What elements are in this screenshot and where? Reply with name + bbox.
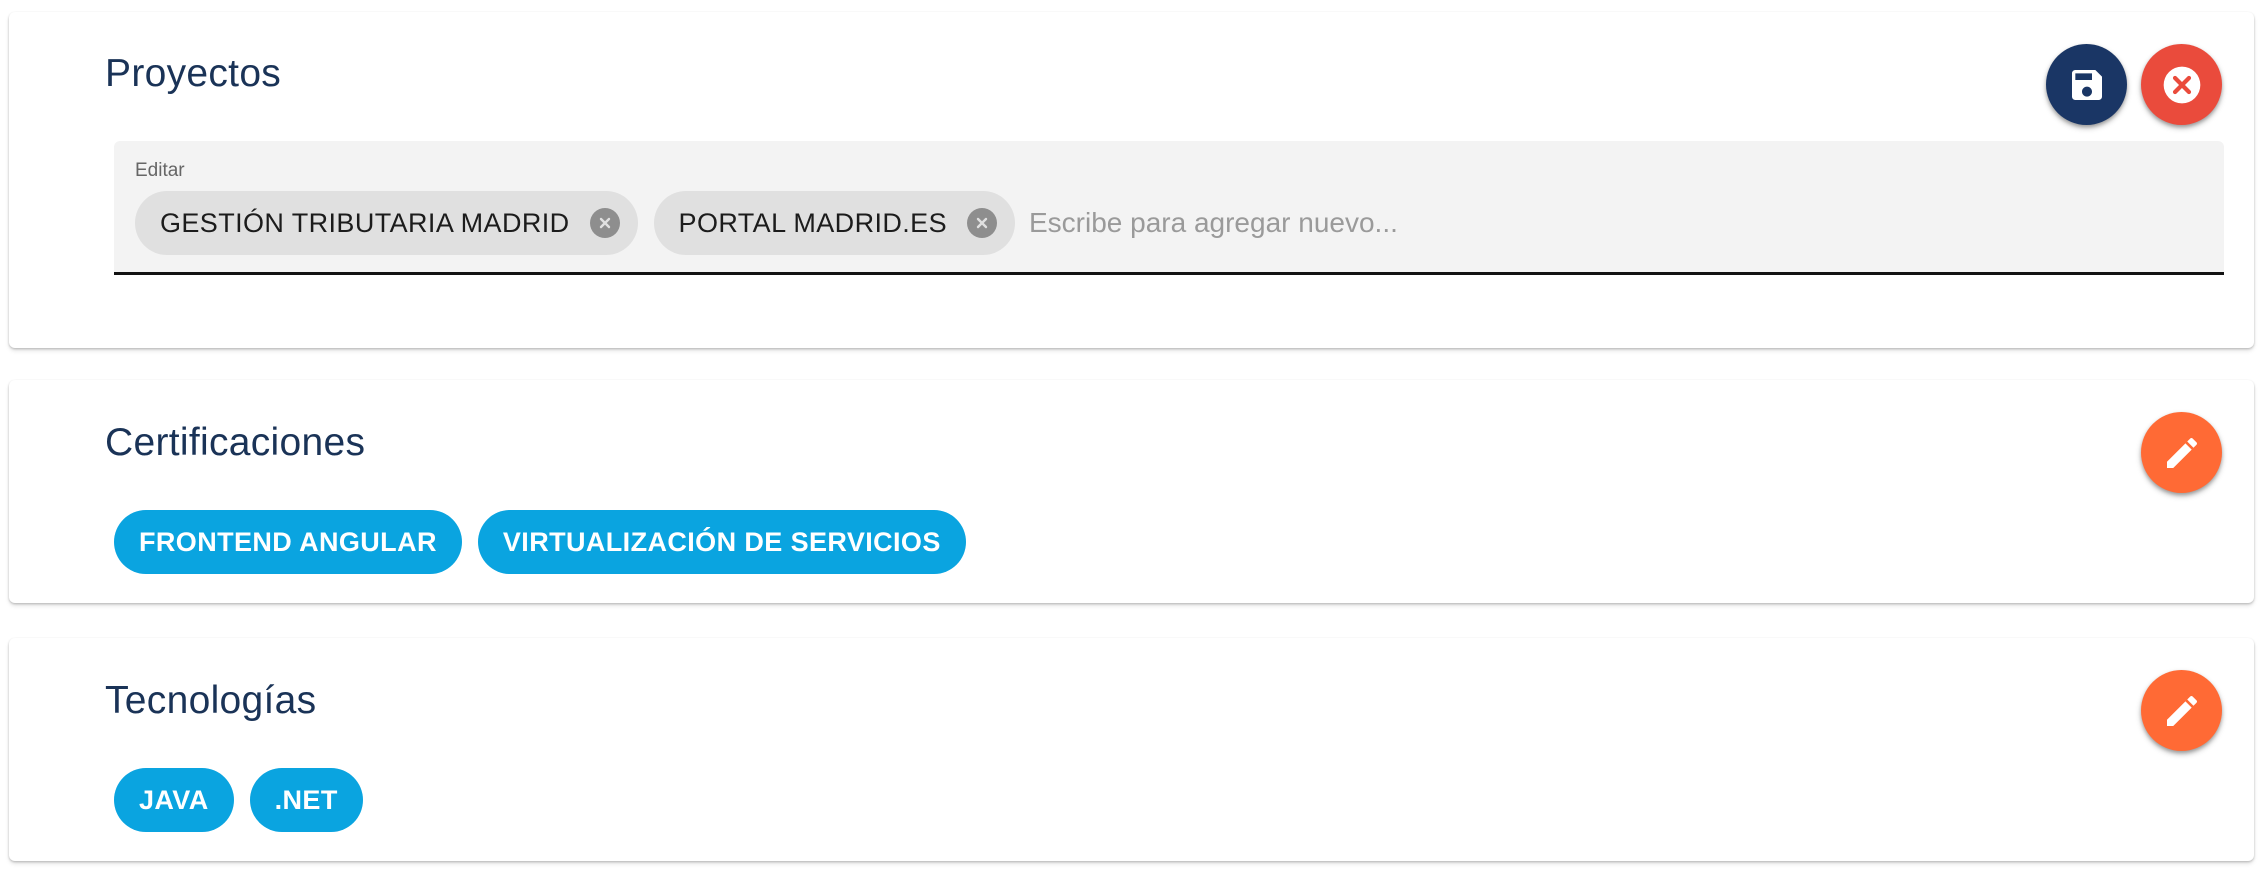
certifications-chip-list: FRONTEND ANGULAR VIRTUALIZACIÓN DE SERVI…	[114, 510, 966, 574]
certifications-title: Certificaciones	[105, 421, 366, 464]
cancel-button[interactable]	[2141, 44, 2222, 125]
edit-technologies-button[interactable]	[2141, 670, 2222, 751]
close-circle-icon	[2160, 63, 2204, 107]
chip-label: PORTAL MADRID.ES	[678, 207, 947, 238]
technologies-title: Tecnologías	[105, 679, 317, 722]
chip-row: GESTIÓN TRIBUTARIA MADRID PORTAL MADRID.…	[135, 191, 2204, 255]
certification-chip[interactable]: FRONTEND ANGULAR	[114, 510, 462, 574]
technology-chip[interactable]: .NET	[249, 768, 363, 832]
certifications-card: Certificaciones FRONTEND ANGULAR VIRTUAL…	[9, 380, 2254, 603]
certification-chip[interactable]: VIRTUALIZACIÓN DE SERVICIOS	[477, 510, 966, 574]
pencil-icon	[2162, 433, 2202, 473]
technologies-card: Tecnologías JAVA .NET	[9, 638, 2254, 861]
technology-chip[interactable]: JAVA	[114, 768, 234, 832]
edit-certifications-button[interactable]	[2141, 412, 2222, 493]
save-button[interactable]	[2046, 44, 2127, 125]
project-chip[interactable]: PORTAL MADRID.ES	[653, 191, 1015, 255]
field-label: Editar	[135, 160, 185, 181]
projects-chip-field[interactable]: Editar GESTIÓN TRIBUTARIA MADRID PORTAL …	[114, 141, 2224, 275]
floppy-disk-icon	[2067, 65, 2107, 105]
add-project-input[interactable]	[1029, 198, 2204, 248]
chip-label: GESTIÓN TRIBUTARIA MADRID	[160, 207, 570, 238]
technologies-chip-list: JAVA .NET	[114, 768, 363, 832]
projects-card: Proyectos Editar GESTIÓN TRIBUTARIA MADR…	[9, 12, 2254, 348]
remove-chip-icon[interactable]	[589, 208, 620, 238]
projects-title: Proyectos	[105, 52, 282, 95]
remove-chip-icon[interactable]	[967, 208, 997, 238]
pencil-icon	[2162, 691, 2202, 731]
project-chip[interactable]: GESTIÓN TRIBUTARIA MADRID	[135, 191, 638, 255]
